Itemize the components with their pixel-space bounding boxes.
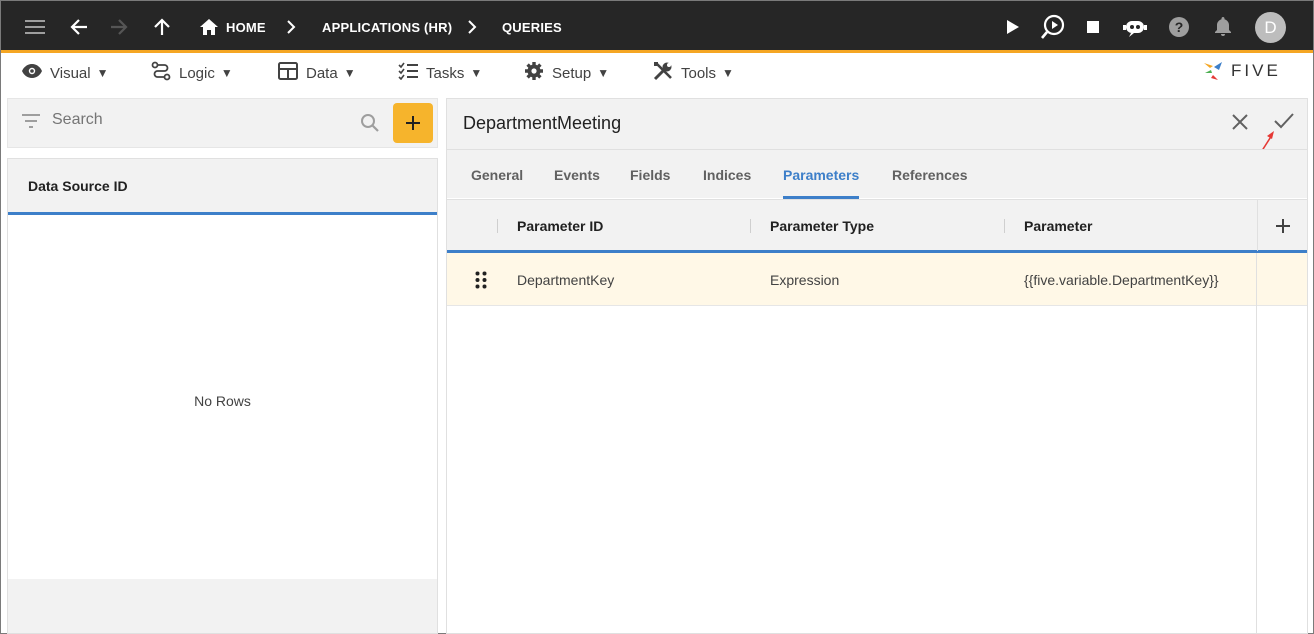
filter-icon[interactable] bbox=[22, 114, 40, 133]
tab-general[interactable]: General bbox=[471, 150, 523, 199]
tab-events[interactable]: Events bbox=[554, 150, 600, 199]
play-icon[interactable] bbox=[1006, 1, 1020, 53]
five-logo-text: FIVE bbox=[1231, 61, 1281, 80]
help-icon[interactable]: ? bbox=[1169, 1, 1189, 53]
add-parameter-button[interactable] bbox=[1257, 200, 1307, 251]
eye-icon bbox=[22, 64, 42, 82]
column-header-parameter-type[interactable]: Parameter Type bbox=[770, 200, 874, 251]
tab-parameters[interactable]: Parameters bbox=[783, 150, 860, 199]
empty-state-text: No Rows bbox=[194, 393, 251, 409]
tab-indices[interactable]: Indices bbox=[703, 150, 751, 199]
stop-icon[interactable] bbox=[1087, 1, 1099, 53]
search-input[interactable] bbox=[52, 111, 342, 129]
left-search-bar bbox=[7, 98, 438, 148]
menu-logic[interactable]: Logic ▼ bbox=[151, 56, 233, 90]
run-search-icon[interactable] bbox=[1040, 1, 1066, 53]
menu-tools-label: Tools bbox=[681, 64, 717, 82]
checklist-icon bbox=[398, 62, 418, 84]
tab-fields[interactable]: Fields bbox=[630, 150, 670, 199]
hamburger-menu-icon[interactable] bbox=[25, 1, 45, 53]
table-row[interactable]: DepartmentKey Expression {{five.variable… bbox=[447, 253, 1256, 306]
column-divider bbox=[497, 219, 498, 233]
menu-visual-label: Visual bbox=[50, 64, 91, 82]
menu-logic-label: Logic bbox=[179, 64, 215, 82]
tab-references[interactable]: References bbox=[892, 150, 968, 199]
five-logo: FIVE bbox=[1201, 58, 1281, 84]
add-record-button[interactable] bbox=[393, 103, 433, 143]
cell-parameter: {{five.variable.DepartmentKey}} bbox=[1024, 271, 1219, 288]
left-footer bbox=[8, 579, 437, 633]
column-divider bbox=[750, 219, 751, 233]
breadcrumb-home[interactable]: HOME bbox=[200, 1, 266, 53]
back-arrow-icon[interactable] bbox=[69, 1, 89, 53]
parameters-grid-header: Parameter ID Parameter Type Parameter bbox=[447, 199, 1307, 253]
column-divider bbox=[1004, 219, 1005, 233]
forward-arrow-icon[interactable] bbox=[109, 1, 129, 53]
page-title: DepartmentMeeting bbox=[463, 113, 622, 133]
notification-bell-icon[interactable] bbox=[1214, 1, 1232, 53]
tab-bar: General Events Fields Indices Parameters… bbox=[447, 149, 1307, 199]
caret-down-icon: ▼ bbox=[722, 66, 734, 80]
chatbot-icon[interactable] bbox=[1123, 1, 1147, 53]
breadcrumb-queries-label: QUERIES bbox=[502, 19, 562, 35]
cell-parameter-id: DepartmentKey bbox=[517, 271, 615, 288]
caret-down-icon: ▼ bbox=[597, 66, 610, 80]
column-header-parameter[interactable]: Parameter bbox=[1024, 200, 1093, 251]
gear-icon bbox=[524, 61, 544, 85]
column-divider bbox=[1256, 253, 1257, 633]
caret-down-icon: ▼ bbox=[220, 66, 233, 80]
breadcrumb-queries[interactable]: QUERIES bbox=[502, 1, 562, 53]
user-avatar[interactable]: D bbox=[1255, 12, 1286, 43]
detail-panel: DepartmentMeeting General Events Fields … bbox=[446, 98, 1308, 634]
cell-parameter-type: Expression bbox=[770, 271, 840, 288]
menu-visual[interactable]: Visual ▼ bbox=[22, 56, 108, 90]
table-icon bbox=[278, 62, 298, 84]
tools-icon bbox=[653, 61, 673, 85]
svg-text:?: ? bbox=[1175, 19, 1184, 35]
column-header-parameter-id[interactable]: Parameter ID bbox=[517, 200, 603, 251]
breadcrumb-home-label: HOME bbox=[226, 19, 266, 35]
detail-header: DepartmentMeeting bbox=[447, 99, 1307, 158]
chevron-right-icon bbox=[467, 1, 477, 53]
left-list-table: Data Source ID No Rows bbox=[7, 158, 438, 634]
menu-data-label: Data bbox=[306, 64, 338, 82]
caret-down-icon: ▼ bbox=[343, 66, 356, 80]
caret-down-icon: ▼ bbox=[470, 66, 483, 80]
row-action-cell bbox=[1257, 253, 1307, 306]
menu-data[interactable]: Data ▼ bbox=[278, 56, 356, 90]
menu-tasks-label: Tasks bbox=[426, 64, 465, 82]
caret-down-icon: ▼ bbox=[96, 66, 109, 80]
home-icon bbox=[200, 19, 218, 35]
close-icon[interactable] bbox=[1231, 113, 1249, 136]
menu-setup[interactable]: Setup ▼ bbox=[524, 56, 609, 90]
menu-tools[interactable]: Tools ▼ bbox=[653, 56, 734, 90]
chevron-right-icon bbox=[286, 1, 296, 53]
column-header-data-source-id[interactable]: Data Source ID bbox=[8, 159, 437, 215]
top-app-bar: HOME APPLICATIONS (HR) QUERIES ? D bbox=[1, 1, 1313, 53]
plus-icon bbox=[406, 116, 420, 130]
menu-tasks[interactable]: Tasks ▼ bbox=[398, 56, 482, 90]
five-logo-mark-icon bbox=[1204, 62, 1222, 80]
menu-bar: Visual ▼ Logic ▼ Data ▼ Tasks ▼ Setup ▼ … bbox=[1, 56, 1313, 90]
flow-icon bbox=[151, 61, 171, 85]
plus-icon bbox=[1275, 218, 1290, 233]
menu-setup-label: Setup bbox=[552, 64, 592, 82]
breadcrumb-applications-label: APPLICATIONS (HR) bbox=[322, 19, 453, 35]
drag-handle-icon[interactable] bbox=[475, 271, 487, 294]
search-icon[interactable] bbox=[360, 113, 380, 138]
breadcrumb-applications[interactable]: APPLICATIONS (HR) bbox=[322, 1, 452, 53]
up-arrow-icon[interactable] bbox=[152, 1, 172, 53]
